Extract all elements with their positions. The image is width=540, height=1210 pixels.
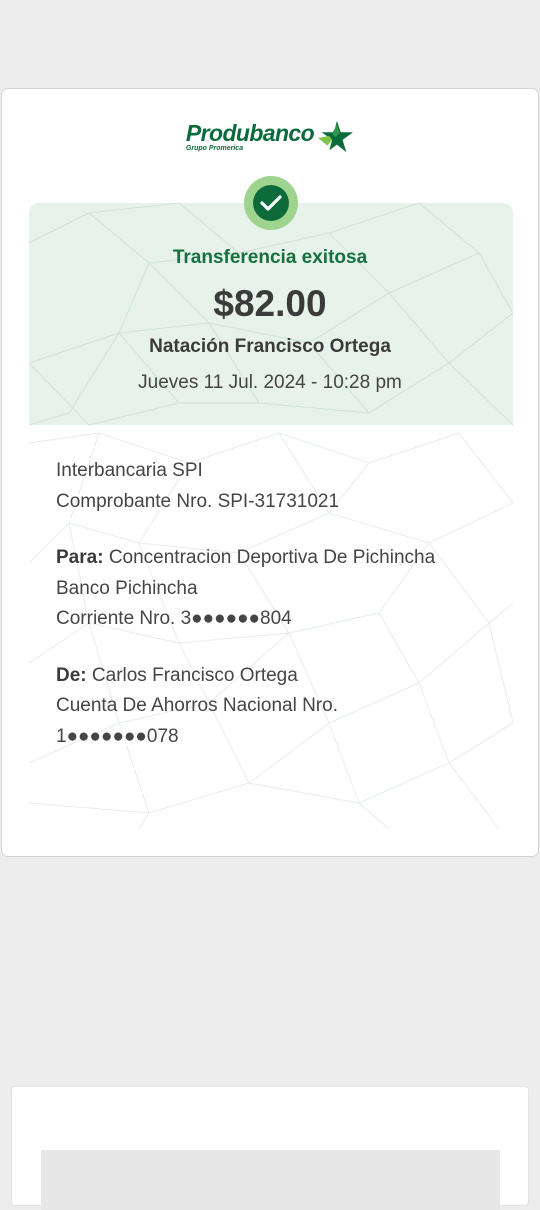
sender-account: 1●●●●●●●078: [56, 725, 179, 747]
transfer-receipt-card: Produbanco Grupo Promerica Transferencia…: [1, 88, 539, 857]
beneficiary-name: Natación Francisco Ortega: [149, 336, 391, 357]
star-logo-icon: [318, 120, 354, 153]
transfer-status: Transferencia exitosa: [172, 247, 368, 268]
bottom-placeholder-bar: [41, 1150, 500, 1210]
recipient-bank: Banco Pichincha: [56, 577, 198, 599]
sender-account-type: Cuenta De Ahorros Nacional Nro.: [56, 695, 338, 716]
produbanco-logo: Produbanco Grupo Promerica: [2, 120, 538, 155]
logo-tagline: Grupo Promerica: [185, 145, 244, 152]
transfer-type: Interbancaria SPI: [56, 460, 203, 481]
sender-block: De: Carlos Francisco Ortega Cuenta De Ah…: [56, 661, 516, 753]
recipient-line: Para: Concentracion Deportiva De Pichinc…: [56, 543, 516, 574]
transfer-amount: $82.00: [213, 283, 327, 324]
transfer-details: Interbancaria SPI Comprobante Nro. SPI-3…: [56, 456, 516, 752]
transfer-info-block: Interbancaria SPI Comprobante Nro. SPI-3…: [56, 456, 516, 517]
voucher-number: Comprobante Nro. SPI-31731021: [56, 490, 340, 512]
success-badge: [244, 176, 298, 230]
sender-label: De:: [56, 664, 87, 686]
recipient-name: Concentracion Deportiva De Pichincha: [108, 547, 436, 568]
sender-name: Carlos Francisco Ortega: [91, 664, 298, 686]
bottom-card: [11, 1086, 529, 1210]
logo-wordmark: Produbanco: [185, 120, 315, 146]
recipient-account: Corriente Nro. 3●●●●●●804: [56, 608, 292, 629]
transfer-datetime: Jueves 11 Jul. 2024 - 10:28 pm: [138, 372, 402, 393]
check-icon: [260, 195, 282, 211]
sender-line: De: Carlos Francisco Ortega: [56, 661, 516, 692]
recipient-block: Para: Concentracion Deportiva De Pichinc…: [56, 543, 516, 635]
recipient-label: Para:: [56, 547, 104, 568]
